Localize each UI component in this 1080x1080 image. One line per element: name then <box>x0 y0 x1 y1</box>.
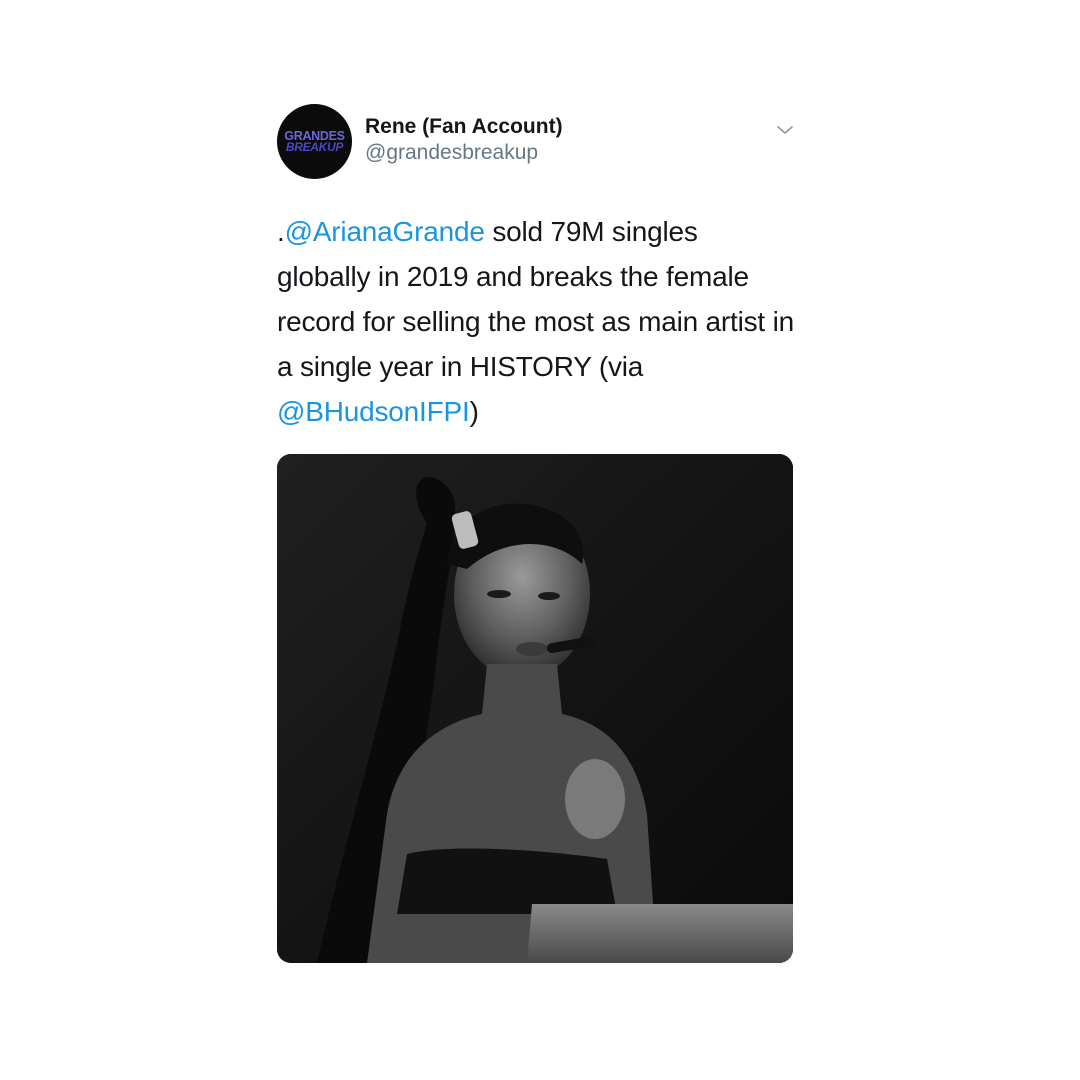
author-info: Rene (Fan Account) @grandesbreakup <box>365 114 563 166</box>
mention-link-bhudsonifpi[interactable]: @BHudsonIFPI <box>277 396 470 427</box>
user-handle[interactable]: @grandesbreakup <box>365 140 563 166</box>
tweet-photo[interactable] <box>277 454 793 963</box>
photo-illustration <box>277 454 793 963</box>
chevron-down-icon[interactable] <box>775 120 795 140</box>
mention-link-arianagrande[interactable]: @ArianaGrande <box>285 216 485 247</box>
avatar-logo-text-bottom: BREAKUP <box>285 139 344 154</box>
tweet-card: GRANDES BREAKUP Rene (Fan Account) @gran… <box>277 100 795 963</box>
tweet-text: .@ArianaGrande sold 79M singles globally… <box>277 209 795 434</box>
avatar[interactable]: GRANDES BREAKUP <box>277 104 352 179</box>
tweet-header: GRANDES BREAKUP Rene (Fan Account) @gran… <box>277 100 795 180</box>
display-name[interactable]: Rene (Fan Account) <box>365 114 563 140</box>
text-suffix: ) <box>469 396 479 427</box>
text-prefix: . <box>277 216 285 247</box>
